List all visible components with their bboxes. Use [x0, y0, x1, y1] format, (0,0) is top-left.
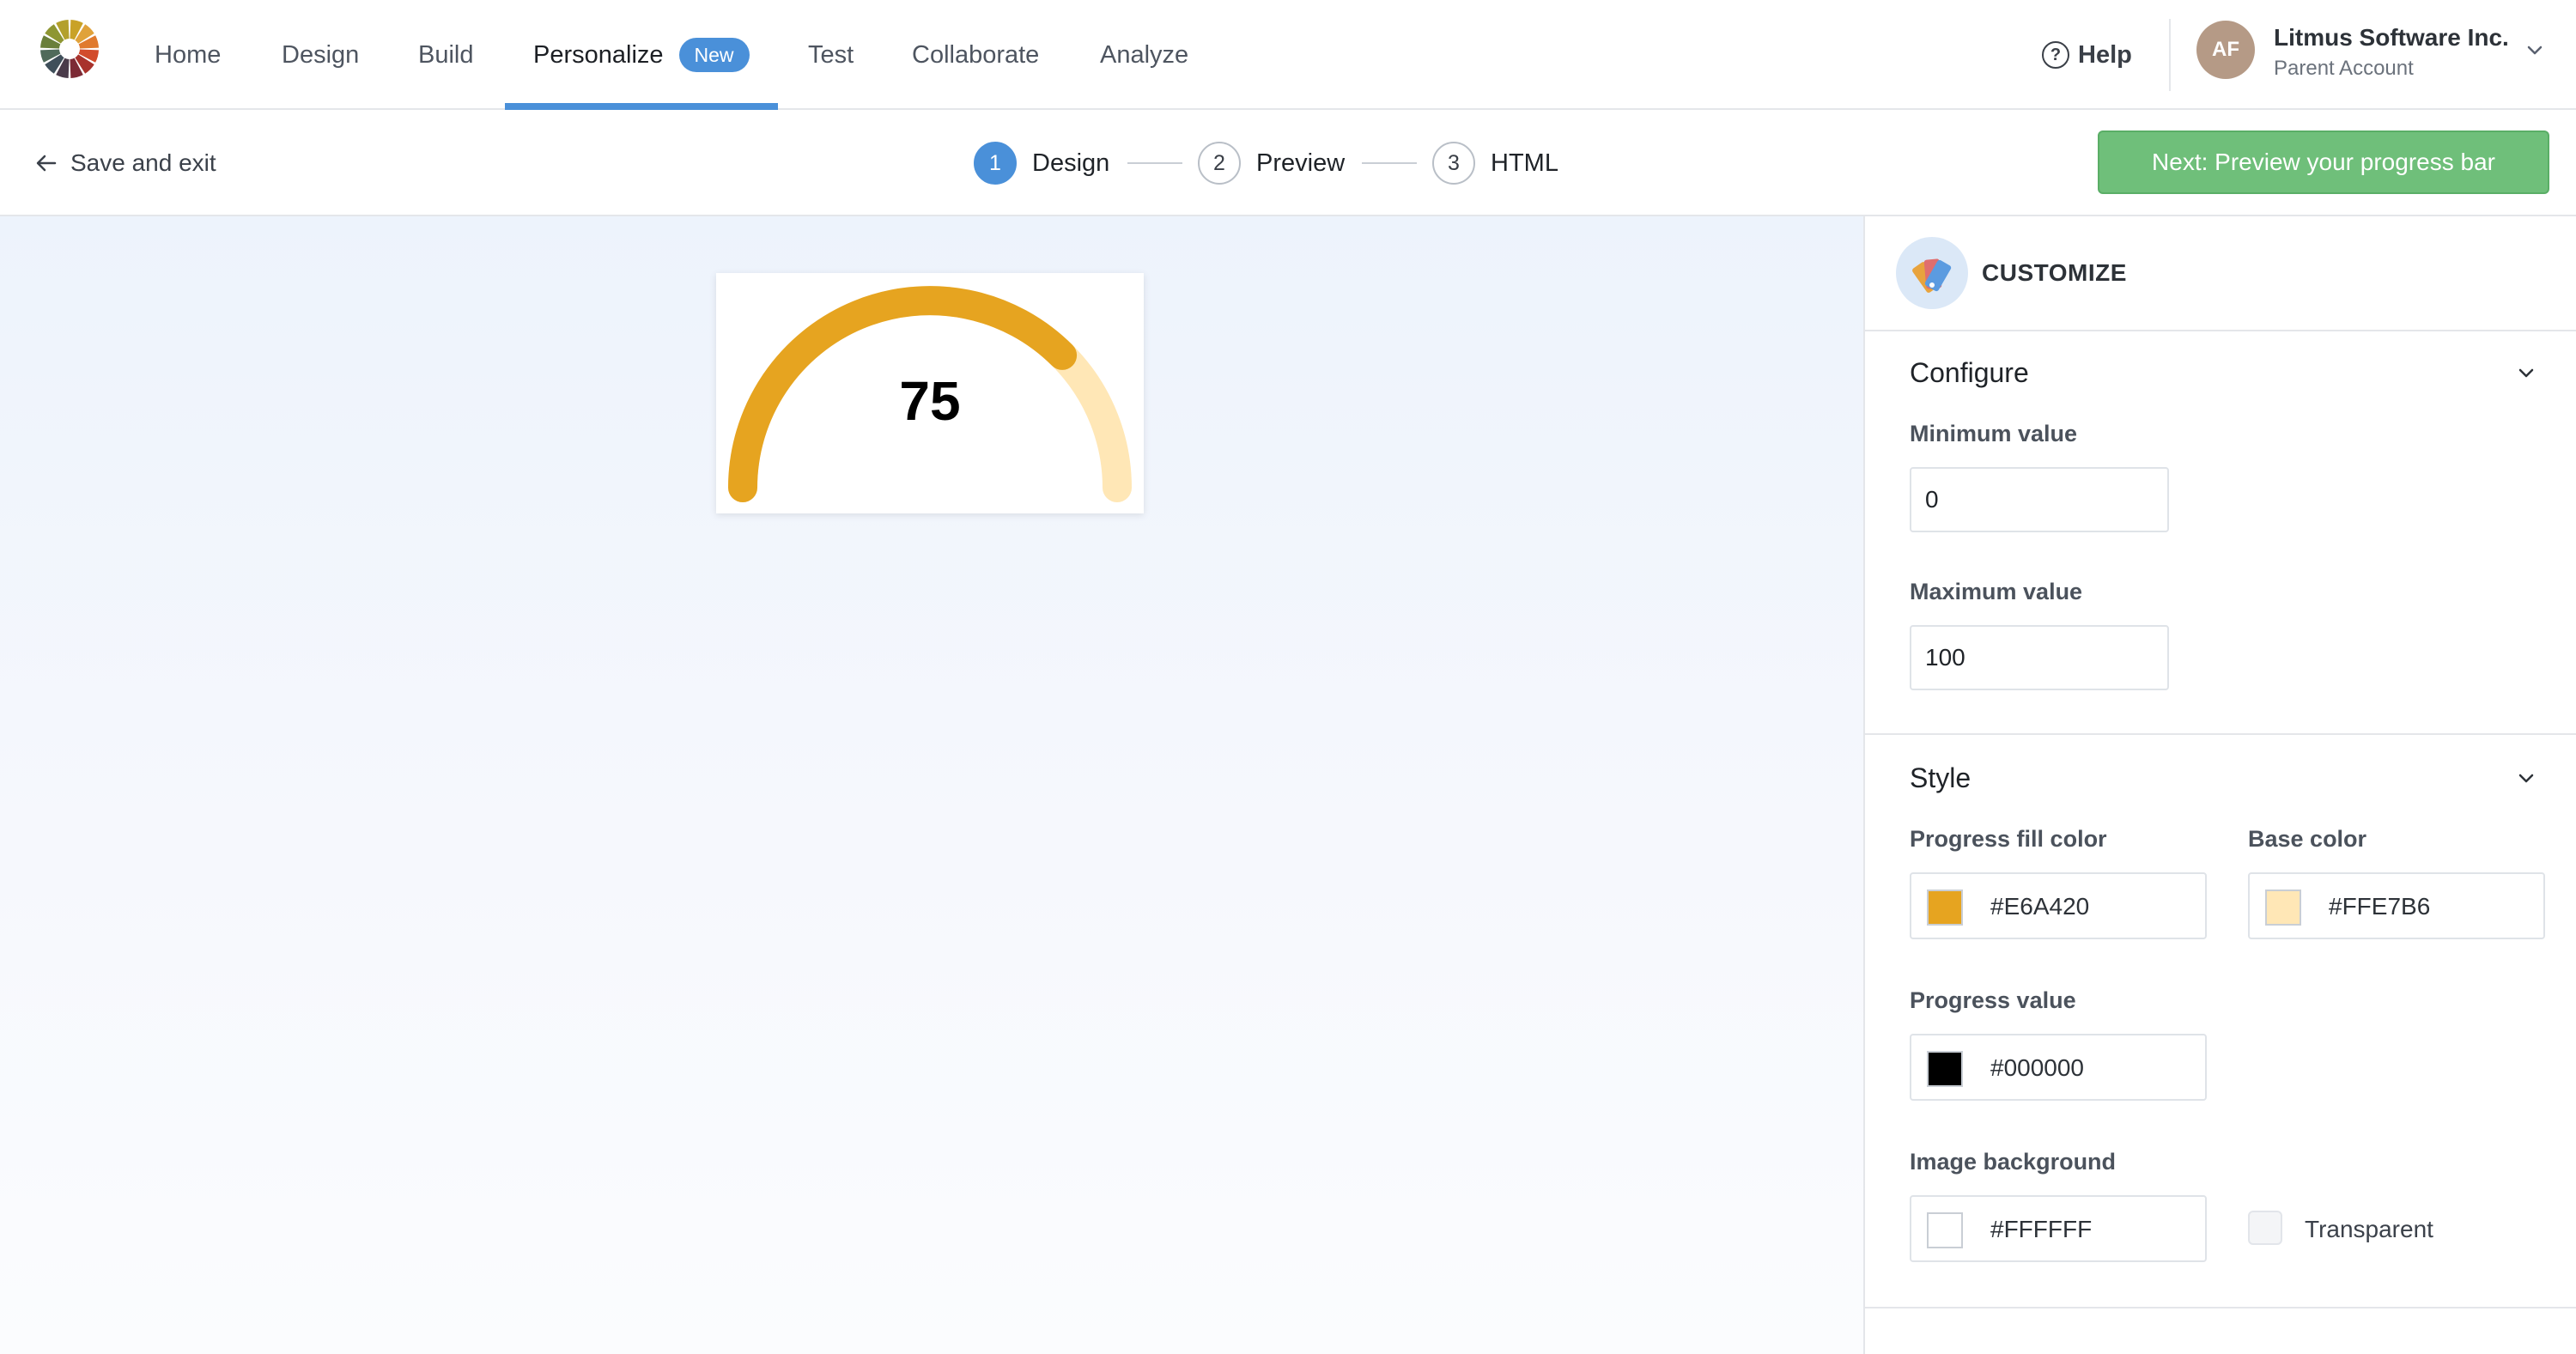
- step-preview[interactable]: 2 Preview: [1198, 141, 1345, 185]
- account-name: Litmus Software Inc.: [2274, 24, 2509, 51]
- style-section-title: Style: [1910, 762, 1971, 793]
- design-canvas: 75: [0, 216, 1863, 1354]
- color-hex-value: #E6A420: [1990, 893, 2090, 920]
- progress-value-color-field[interactable]: #000000: [1910, 1034, 2207, 1101]
- nav-test[interactable]: Test: [808, 0, 854, 110]
- chevron-down-icon: [2527, 46, 2543, 55]
- top-navigation: Home Design Build Personalize New Test C…: [0, 0, 2576, 110]
- nav-design[interactable]: Design: [282, 0, 359, 110]
- color-swatch[interactable]: [1927, 1212, 1963, 1248]
- panel-header: CUSTOMIZE: [1865, 216, 2576, 331]
- color-swatch[interactable]: [1927, 1051, 1963, 1087]
- section-divider: [1865, 1307, 2576, 1308]
- nav-build-label: Build: [418, 40, 474, 69]
- color-swatch[interactable]: [2265, 890, 2301, 926]
- step-label: Preview: [1256, 149, 1346, 177]
- save-and-exit-link[interactable]: Save and exit: [34, 144, 216, 182]
- avatar: AF: [2196, 21, 2255, 79]
- chevron-down-icon[interactable]: [2514, 361, 2538, 385]
- image-background-color-field[interactable]: #FFFFFF: [1910, 1195, 2207, 1262]
- next-preview-button[interactable]: Next: Preview your progress bar: [2098, 131, 2549, 194]
- base-color-field[interactable]: #FFE7B6: [2248, 872, 2545, 939]
- save-and-exit-label: Save and exit: [70, 149, 216, 176]
- step-number: 3: [1432, 142, 1475, 185]
- gauge-value: 75: [899, 370, 961, 432]
- image-background-label: Image background: [1910, 1149, 2117, 1175]
- new-badge: New: [678, 38, 750, 72]
- customize-panel: CUSTOMIZE Configure Minimum value Maximu…: [1863, 216, 2576, 1354]
- step-html[interactable]: 3 HTML: [1432, 141, 1558, 185]
- base-color-label: Base color: [2248, 826, 2367, 852]
- transparent-label: Transparent: [2305, 1216, 2433, 1242]
- progress-bar-preview: 75: [716, 273, 1144, 513]
- progress-fill-color-field[interactable]: #E6A420: [1910, 872, 2207, 939]
- color-hex-value: #FFE7B6: [2329, 893, 2431, 920]
- litmus-logo[interactable]: [39, 19, 100, 79]
- nav-build[interactable]: Build: [418, 0, 474, 110]
- step-connector: [1127, 162, 1182, 164]
- panel-title: CUSTOMIZE: [1982, 259, 2127, 286]
- color-hex-value: #000000: [1990, 1054, 2085, 1081]
- nav-personalize-label: Personalize: [533, 40, 664, 69]
- nav-analyze-label: Analyze: [1100, 40, 1189, 69]
- step-design[interactable]: 1 Design: [974, 141, 1109, 185]
- help-link[interactable]: ? Help: [2042, 34, 2132, 76]
- nav-test-label: Test: [808, 40, 854, 69]
- paint-swatch-icon: [1896, 237, 1968, 309]
- nav-divider: [2169, 19, 2171, 91]
- transparent-checkbox[interactable]: [2248, 1211, 2282, 1245]
- nav-analyze[interactable]: Analyze: [1100, 0, 1188, 110]
- progress-value-color-label: Progress value: [1910, 987, 2076, 1013]
- account-menu[interactable]: AF Litmus Software Inc. Parent Account: [2196, 21, 2557, 89]
- nav-collaborate-label: Collaborate: [912, 40, 1040, 69]
- step-number: 2: [1198, 142, 1241, 185]
- step-bar: Save and exit 1 Design 2 Preview 3 HTML …: [0, 110, 2576, 216]
- maximum-value-input[interactable]: [1910, 625, 2169, 690]
- nav-home[interactable]: Home: [155, 0, 221, 110]
- step-number: 1: [974, 142, 1017, 185]
- nav-home-label: Home: [155, 40, 222, 69]
- nav-collaborate[interactable]: Collaborate: [912, 0, 1039, 110]
- active-tab-indicator: [505, 103, 778, 110]
- maximum-value-label: Maximum value: [1910, 579, 2083, 604]
- help-icon: ?: [2042, 41, 2069, 69]
- minimum-value-label: Minimum value: [1910, 421, 2078, 446]
- help-label: Help: [2078, 40, 2132, 69]
- account-subtitle: Parent Account: [2274, 57, 2414, 80]
- nav-personalize[interactable]: Personalize New: [533, 0, 750, 110]
- nav-design-label: Design: [282, 40, 360, 69]
- progress-fill-color-label: Progress fill color: [1910, 826, 2107, 852]
- step-label: HTML: [1491, 149, 1558, 177]
- color-swatch[interactable]: [1927, 890, 1963, 926]
- chevron-down-icon[interactable]: [2514, 766, 2538, 790]
- configure-section-title: Configure: [1910, 357, 2029, 388]
- section-divider: [1865, 733, 2576, 735]
- color-hex-value: #FFFFFF: [1990, 1216, 2093, 1242]
- arrow-left-icon: [36, 155, 57, 172]
- step-connector: [1362, 162, 1417, 164]
- step-label: Design: [1032, 149, 1110, 177]
- minimum-value-input[interactable]: [1910, 467, 2169, 532]
